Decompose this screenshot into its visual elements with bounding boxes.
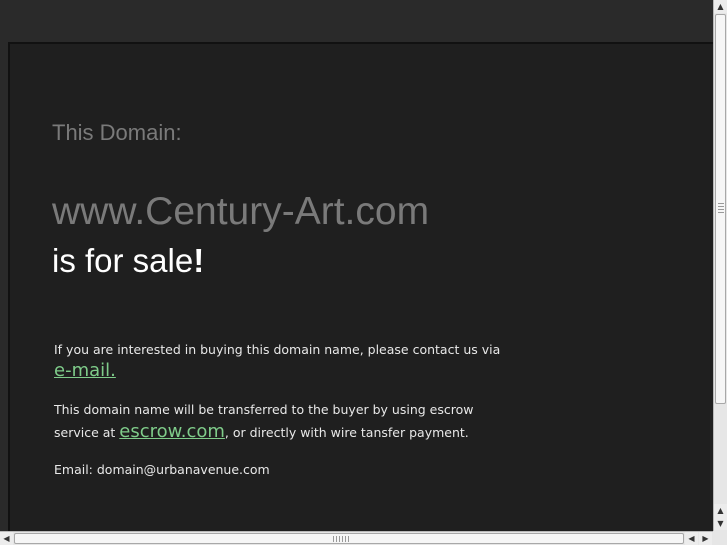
for-sale-text: is for sale bbox=[52, 242, 194, 279]
contact-email: Email: domain@urbanavenue.com bbox=[54, 462, 270, 477]
transfer-suffix: , or directly with wire tansfer payment. bbox=[224, 425, 469, 440]
scroll-up-button-lower[interactable]: ▲ bbox=[714, 504, 727, 517]
scroll-right-button[interactable]: ▶ bbox=[699, 532, 712, 545]
email-link[interactable]: e-mail. bbox=[54, 360, 116, 381]
scroll-left-button[interactable]: ◀ bbox=[0, 532, 13, 545]
horizontal-scroll-thumb[interactable] bbox=[14, 533, 684, 544]
transfer-text-line-1: This domain name will be transferred to … bbox=[54, 402, 474, 417]
vertical-scrollbar[interactable]: ▲ ▲ ▼ bbox=[713, 0, 727, 531]
transfer-text-line-2: service at escrow.com, or directly with … bbox=[54, 421, 469, 442]
horizontal-scrollbar[interactable]: ◀ ◀ ▶ bbox=[0, 531, 713, 545]
grip-icon bbox=[718, 203, 724, 215]
page-viewport: This Domain: www.Century-Art.com is for … bbox=[0, 0, 713, 531]
vertical-scroll-thumb[interactable] bbox=[715, 14, 726, 404]
scroll-up-button[interactable]: ▲ bbox=[714, 0, 727, 13]
for-sale-heading: is for sale! bbox=[52, 242, 204, 280]
grip-icon bbox=[333, 536, 349, 542]
contact-text: If you are interested in buying this dom… bbox=[54, 342, 501, 357]
for-sale-exclamation: ! bbox=[193, 242, 205, 279]
scrollbar-corner bbox=[713, 531, 727, 545]
escrow-link[interactable]: escrow.com bbox=[119, 421, 225, 442]
transfer-prefix: service at bbox=[54, 425, 116, 440]
this-domain-label: This Domain: bbox=[52, 120, 182, 145]
content-panel: This Domain: www.Century-Art.com is for … bbox=[8, 42, 713, 531]
scroll-down-button[interactable]: ▼ bbox=[714, 517, 727, 530]
scroll-left-button-right[interactable]: ◀ bbox=[685, 532, 698, 545]
email-link-line: e-mail. bbox=[54, 360, 116, 381]
domain-name-heading: www.Century-Art.com bbox=[52, 190, 430, 233]
